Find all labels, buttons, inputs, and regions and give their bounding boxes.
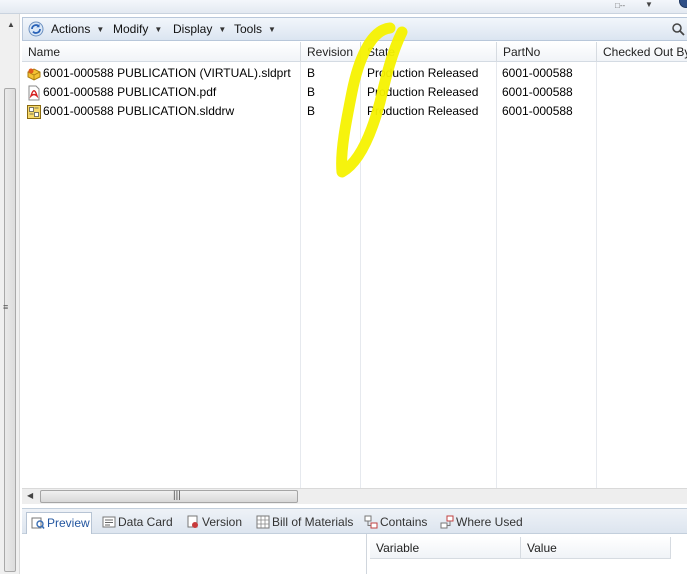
file-revision: B	[307, 66, 316, 80]
column-divider	[496, 62, 497, 488]
column-header-name[interactable]: Name	[22, 42, 301, 62]
tab-where-used-label: Where Used	[456, 515, 523, 529]
menu-modify-label: Modify	[113, 22, 149, 36]
file-partno: 6001-000588	[502, 66, 573, 80]
scroll-left-arrow-icon[interactable]: ◀	[27, 491, 33, 500]
table-row[interactable]: 6001-000588 PUBLICATION (VIRTUAL).sldprt…	[22, 64, 687, 83]
column-header-checked-out-by[interactable]: Checked Out By	[597, 42, 687, 62]
vertical-scroll-thumb[interactable]	[4, 88, 16, 572]
tab-data-card[interactable]: Data Card	[98, 512, 178, 534]
tab-data-card-label: Data Card	[118, 515, 173, 529]
chevron-down-icon: ▼	[268, 25, 276, 34]
file-state: Production Released	[367, 104, 479, 118]
slddrw-drawing-icon	[27, 105, 41, 119]
menu-tools-label: Tools	[234, 22, 263, 36]
window-top-strip: □-- ▼	[0, 0, 687, 14]
column-header-partno[interactable]: PartNo	[497, 42, 597, 62]
scroll-grip-icon: ≡	[3, 302, 8, 312]
column-header-state[interactable]: State	[361, 42, 497, 62]
preview-pane	[22, 534, 367, 574]
column-divider	[596, 62, 597, 488]
file-partno: 6001-000588	[502, 85, 573, 99]
menu-display[interactable]: Display ▼	[173, 22, 226, 36]
file-name: 6001-000588 PUBLICATION (VIRTUAL).sldprt	[43, 66, 291, 80]
file-state: Production Released	[367, 85, 479, 99]
data-card-icon	[102, 516, 116, 528]
file-name: 6001-000588 PUBLICATION.pdf	[43, 85, 217, 99]
toolbar: Actions ▼ Modify ▼ Display ▼ Tools ▼	[22, 17, 687, 41]
tab-contains-label: Contains	[380, 515, 428, 529]
column-divider	[300, 62, 301, 488]
detail-tabs: Preview Data Card Version Bill of Materi…	[22, 508, 687, 534]
chevron-down-icon: ▼	[218, 25, 227, 34]
chevron-down-icon[interactable]: ▼	[645, 0, 653, 9]
column-divider	[360, 62, 361, 488]
version-icon	[187, 515, 198, 528]
tab-version[interactable]: Version	[182, 512, 246, 534]
tab-preview-label: Preview	[47, 516, 90, 530]
menu-display-label: Display	[173, 22, 213, 36]
refresh-icon[interactable]	[28, 21, 44, 37]
menu-actions-label: Actions	[51, 22, 91, 36]
menu-modify[interactable]: Modify ▼	[113, 22, 162, 36]
scroll-grip-icon: |||	[173, 490, 181, 501]
horizontal-scroll-thumb[interactable]: |||	[40, 490, 298, 503]
pdf-file-icon	[28, 85, 40, 101]
tab-where-used[interactable]: Where Used	[436, 512, 523, 534]
file-revision: B	[307, 85, 316, 99]
filter-dropdown-icon[interactable]	[671, 22, 686, 37]
tab-preview[interactable]: Preview	[26, 512, 92, 534]
file-revision: B	[307, 104, 316, 118]
menu-actions[interactable]: Actions ▼	[51, 22, 104, 36]
help-orb-icon[interactable]	[679, 0, 687, 8]
column-header-revision[interactable]: Revision	[301, 42, 361, 62]
chevron-down-icon: ▼	[96, 25, 105, 34]
file-list-header: Name Revision State PartNo Checked Out B…	[22, 42, 687, 62]
vertical-scrollbar[interactable]: ▲ ≡	[0, 14, 20, 574]
table-row[interactable]: 6001-000588 PUBLICATION.pdf B Production…	[22, 83, 687, 102]
table-row[interactable]: 6001-000588 PUBLICATION.slddrw B Product…	[22, 102, 687, 121]
contains-icon	[364, 515, 378, 529]
preview-icon	[31, 517, 45, 529]
column-header-value[interactable]: Value	[521, 537, 671, 559]
window-mini-icon[interactable]: □--	[615, 1, 625, 10]
file-partno: 6001-000588	[502, 104, 573, 118]
tab-bill-of-materials[interactable]: Bill of Materials	[252, 512, 354, 534]
bill-of-materials-icon	[256, 515, 270, 529]
file-name: 6001-000588 PUBLICATION.slddrw	[43, 104, 235, 118]
file-state: Production Released	[367, 66, 479, 80]
scroll-up-arrow-icon[interactable]: ▲	[7, 20, 15, 29]
tab-bill-of-materials-label: Bill of Materials	[272, 515, 354, 529]
file-list	[22, 62, 687, 488]
where-used-icon	[440, 515, 454, 529]
column-header-variable[interactable]: Variable	[370, 537, 521, 559]
menu-tools[interactable]: Tools ▼	[234, 22, 276, 36]
tab-contains[interactable]: Contains	[360, 512, 430, 534]
sldprt-part-icon	[27, 68, 41, 81]
chevron-down-icon: ▼	[154, 25, 163, 34]
variables-table: Variable Value	[370, 537, 687, 574]
horizontal-scrollbar[interactable]: ◀ |||	[22, 488, 687, 504]
tab-version-label: Version	[202, 515, 243, 529]
